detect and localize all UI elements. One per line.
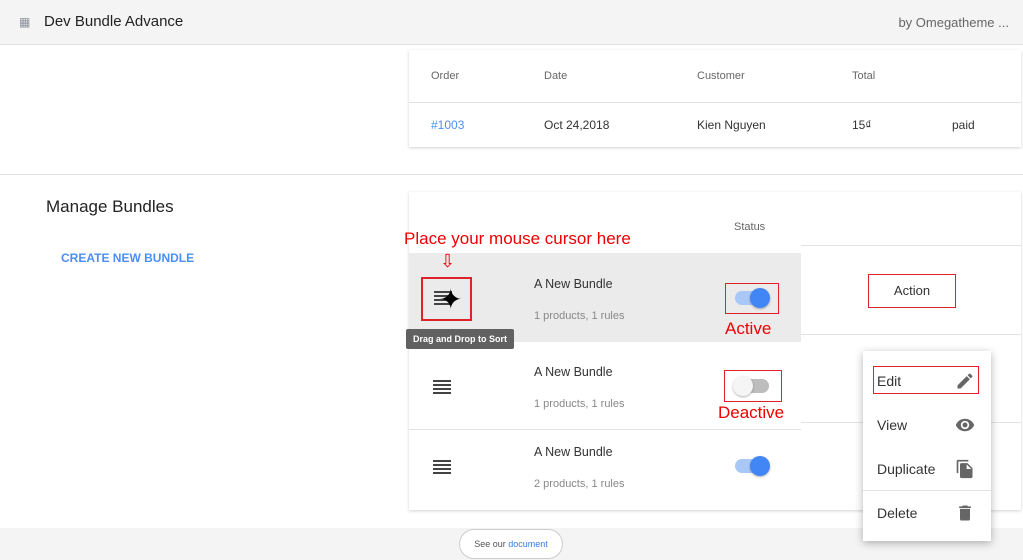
bundle-meta: 1 products, 1 rules (534, 310, 625, 322)
drag-icon[interactable] (433, 380, 451, 396)
bundle-meta: 2 products, 1 rules (534, 478, 625, 490)
eye-icon (955, 418, 975, 432)
order-link[interactable]: #1003 (431, 118, 464, 132)
col-order: Order (431, 70, 460, 82)
bundle-name[interactable]: A New Bundle (534, 365, 613, 379)
active-label: Active (725, 319, 772, 338)
menu-item-delete[interactable]: Delete (863, 491, 991, 535)
create-bundle-button[interactable]: CREATE NEW BUNDLE (61, 251, 194, 265)
drag-handle[interactable]: ✦ (421, 277, 472, 321)
section-divider (0, 174, 1023, 175)
section-title: Manage Bundles (46, 197, 174, 216)
copy-icon (956, 459, 973, 479)
document-link[interactable]: document (508, 539, 548, 549)
order-customer: Kien Nguyen (697, 118, 766, 132)
bundle-row[interactable]: A New Bundle 2 products, 1 rules (409, 430, 801, 510)
pencil-icon (957, 373, 973, 389)
menu-item-edit[interactable]: Edit (863, 359, 991, 403)
bundle-meta: 1 products, 1 rules (534, 398, 625, 410)
down-arrow-icon: ⇩ (440, 251, 456, 271)
app-title: Dev Bundle Advance (44, 13, 184, 30)
col-customer: Customer (697, 70, 745, 82)
bundle-name[interactable]: A New Bundle (534, 445, 613, 459)
order-date: Oct 24,2018 (544, 118, 610, 132)
cursor-hint: Place your mouse cursor here (404, 229, 631, 248)
order-total: 15₫ (852, 118, 872, 132)
status-toggle[interactable] (735, 456, 770, 476)
move-cursor-icon: ✦ (439, 284, 463, 315)
action-button[interactable]: Action (868, 274, 956, 308)
top-bar: ▦ Dev Bundle Advance by Omegatheme ... (0, 0, 1023, 45)
order-status: paid (952, 118, 975, 132)
tooltip: Drag and Drop to Sort (406, 329, 514, 349)
drag-icon[interactable] (433, 460, 451, 476)
trash-icon (959, 505, 971, 521)
bundle-name[interactable]: A New Bundle (534, 277, 613, 291)
col-date: Date (544, 70, 568, 82)
status-toggle[interactable] (733, 376, 769, 396)
developer-link[interactable]: by Omegatheme ... (898, 15, 1009, 30)
app-grid-icon: ▦ (19, 15, 31, 29)
action-menu: Edit View Duplicate Delete (863, 351, 991, 541)
document-link-pill[interactable]: See our document (459, 529, 563, 559)
status-toggle[interactable] (735, 288, 770, 308)
orders-table: Order Date Customer Total #1003 Oct 24,2… (409, 50, 1021, 147)
menu-item-duplicate[interactable]: Duplicate (863, 447, 991, 491)
col-status: Status (734, 221, 766, 233)
deactive-label: Deactive (718, 403, 785, 422)
menu-item-view[interactable]: View (863, 403, 991, 447)
col-total: Total (852, 70, 876, 82)
